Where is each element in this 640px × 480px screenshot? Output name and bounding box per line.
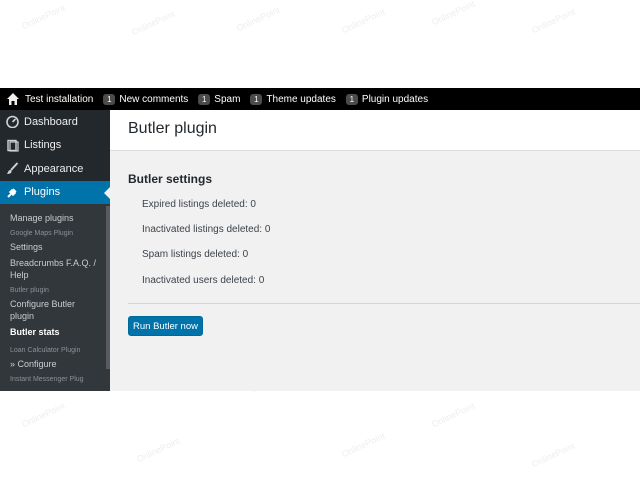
admin-sidebar: Dashboard Listings Appearance Plugins Ma… [0,110,110,391]
sidebar-item-label: Plugins [24,186,61,199]
sidebar-item-label: Dashboard [24,115,78,128]
submenu-butler-stats[interactable]: Butler stats [0,324,110,340]
submenu-configure[interactable]: » Configure [0,356,110,372]
submenu-heading-instant-messenger: Instant Messenger Plug [10,376,84,383]
stat-spam-listings: Spam listings deleted: 0 [142,249,249,260]
page-header: Butler plugin [110,110,640,151]
submenu-manage-plugins[interactable]: Manage plugins [0,210,110,226]
submenu-heading-loan-calculator: Loan Calculator Plugin [10,347,81,354]
site-name: Test installation [25,93,94,105]
dashboard-icon [6,115,19,129]
listings-icon [6,139,19,152]
plugins-submenu: Manage plugins Google Maps Plugin Settin… [0,204,110,391]
plug-icon [6,186,19,199]
watermark: OnlinePoint [130,8,177,38]
sidebar-item-appearance[interactable]: Appearance [0,157,110,181]
count-badge: 1 [250,93,263,105]
sidebar-item-listings[interactable]: Listings [0,134,110,158]
spam-label: Spam [214,93,241,105]
theme-updates-label: Theme updates [266,93,336,105]
plugin-updates-label: Plugin updates [361,93,429,105]
home-icon [6,92,20,106]
section-title: Butler settings [128,172,213,186]
watermark: OnlinePoint [430,400,477,430]
new-comments-label: New comments [119,93,189,105]
watermark: OnlinePoint [135,435,182,465]
brush-icon [6,162,19,175]
sidebar-item-label: Appearance [24,162,84,175]
stat-inactivated-listings: Inactivated listings deleted: 0 [142,224,271,235]
plugin-updates-link[interactable]: 1 Plugin updates [345,93,429,105]
admin-window: Test installation 1 New comments 1 Spam … [0,88,640,391]
count-badge: 1 [103,93,116,105]
theme-updates-link[interactable]: 1 Theme updates [250,93,336,105]
submenu-settings[interactable]: Settings [0,239,110,255]
count-badge: 1 [198,93,211,105]
watermark: OnlinePoint [20,2,67,32]
stat-expired-listings: Expired listings deleted: 0 [142,199,256,210]
new-comments-link[interactable]: 1 New comments [103,93,189,105]
sidebar-item-dashboard[interactable]: Dashboard [0,110,110,134]
site-home-link[interactable]: Test installation [6,92,93,106]
main-content: Butler plugin Butler settings Expired li… [110,110,640,391]
page-title: Butler plugin [128,120,217,137]
spam-link[interactable]: 1 Spam [198,93,241,105]
watermark: OnlinePoint [430,0,477,28]
submenu-configure-butler[interactable]: Configure Butler plugin [0,296,110,324]
watermark: OnlinePoint [530,6,577,36]
submenu-breadcrumbs-faq[interactable]: Breadcrumbs F.A.Q. / Help [0,255,110,283]
run-butler-button[interactable]: Run Butler now [128,316,203,336]
stat-inactivated-users: Inactivated users deleted: 0 [142,275,265,286]
watermark: OnlinePoint [530,440,577,470]
submenu-heading-butler: Butler plugin [10,287,49,294]
submenu-heading-google-maps: Google Maps Plugin [10,230,74,237]
watermark: OnlinePoint [20,400,67,430]
watermark: OnlinePoint [340,430,387,460]
watermark: OnlinePoint [340,6,387,36]
watermark: OnlinePoint [235,4,282,34]
sidebar-item-label: Listings [24,139,62,152]
count-badge: 1 [345,93,358,105]
sidebar-item-plugins[interactable]: Plugins [0,180,110,204]
divider [128,303,640,304]
admin-toolbar: Test installation 1 New comments 1 Spam … [0,88,640,110]
